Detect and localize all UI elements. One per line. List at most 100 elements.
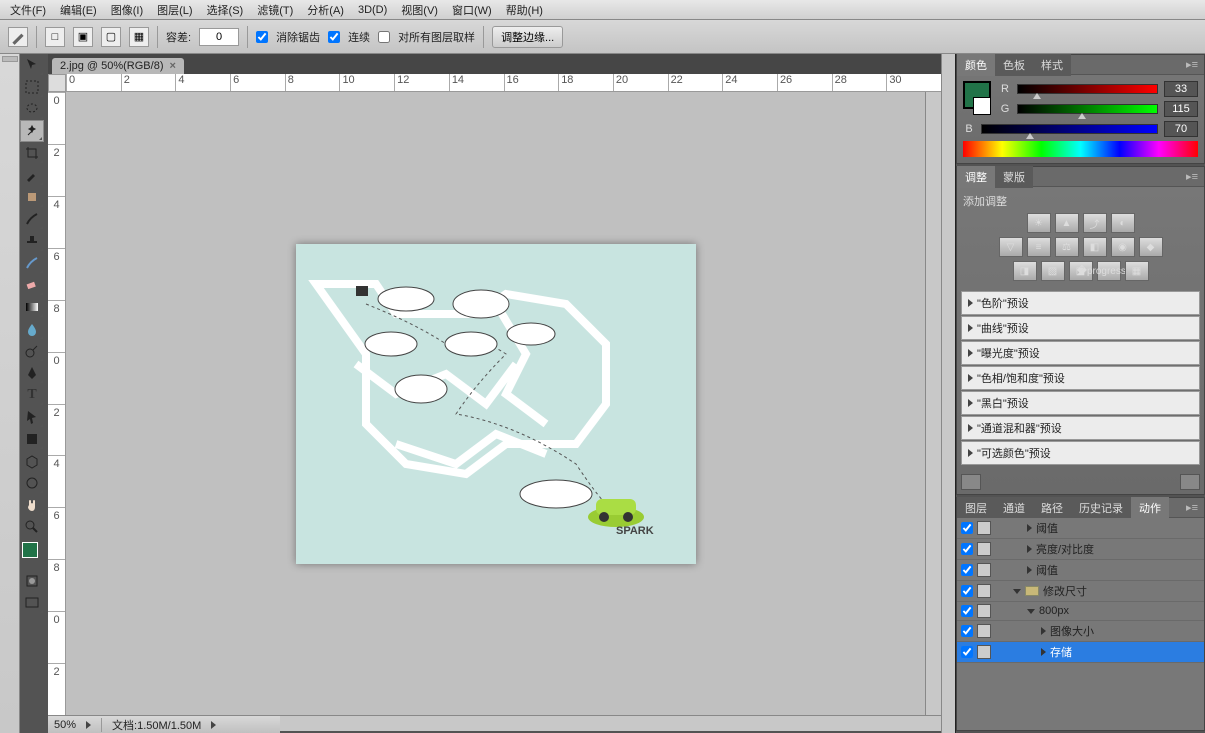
action-toggle[interactable] xyxy=(961,585,973,597)
status-menu-icon[interactable] xyxy=(211,721,216,729)
chevron-icon[interactable] xyxy=(1027,566,1032,574)
blur-tool[interactable] xyxy=(20,318,44,340)
quickmask-toggle[interactable] xyxy=(20,570,44,592)
action-row[interactable]: 亮度/对比度 xyxy=(957,539,1204,560)
action-dialog-toggle[interactable] xyxy=(977,521,991,535)
blue-input[interactable] xyxy=(1164,121,1198,137)
ruler-vertical[interactable]: 024680246802 xyxy=(48,92,66,715)
hand-tool[interactable] xyxy=(20,494,44,516)
green-slider[interactable] xyxy=(1017,104,1158,114)
action-row[interactable]: 存储 xyxy=(957,642,1204,663)
tab-color[interactable]: 颜色 xyxy=(957,54,995,76)
screenmode-toggle[interactable] xyxy=(20,592,44,614)
tab-channels[interactable]: 通道 xyxy=(995,497,1033,519)
chan-mixer-icon[interactable]: ◆ xyxy=(1139,237,1163,257)
zoom-level[interactable]: 50% xyxy=(54,719,76,731)
preset-item[interactable]: "曝光度"预设 xyxy=(961,341,1200,365)
zoom-tool[interactable] xyxy=(20,516,44,538)
menu-item[interactable]: 视图(V) xyxy=(395,0,444,20)
action-row[interactable]: 图像大小 xyxy=(957,621,1204,642)
gradmap-icon[interactable]: �progressbar xyxy=(1097,261,1121,281)
menu-item[interactable]: 分析(A) xyxy=(301,0,350,20)
menu-item[interactable]: 滤镜(T) xyxy=(251,0,299,20)
menu-item[interactable]: 窗口(W) xyxy=(446,0,498,20)
action-dialog-toggle[interactable] xyxy=(977,563,991,577)
add-selection-icon[interactable]: ▣ xyxy=(73,27,93,47)
selcolor-icon[interactable]: ▦ xyxy=(1125,261,1149,281)
preset-item[interactable]: "黑白"预设 xyxy=(961,391,1200,415)
intersect-selection-icon[interactable]: ▦ xyxy=(129,27,149,47)
tolerance-input[interactable] xyxy=(199,28,239,46)
3d-tool[interactable] xyxy=(20,450,44,472)
document-tab[interactable]: 2.jpg @ 50%(RGB/8) × xyxy=(52,58,184,74)
tool-preset-icon[interactable] xyxy=(8,27,28,47)
preset-item[interactable]: "曲线"预设 xyxy=(961,316,1200,340)
levels-icon[interactable]: ▲ xyxy=(1055,213,1079,233)
dodge-tool[interactable] xyxy=(20,340,44,362)
action-dialog-toggle[interactable] xyxy=(977,624,991,638)
action-dialog-toggle[interactable] xyxy=(977,604,991,618)
tab-styles[interactable]: 样式 xyxy=(1033,54,1071,76)
red-input[interactable] xyxy=(1164,81,1198,97)
ruler-horizontal[interactable]: 024681012141618202224262830 xyxy=(66,74,941,92)
refine-edge-button[interactable]: 调整边缘... xyxy=(492,26,563,48)
chevron-icon[interactable] xyxy=(1041,627,1046,635)
chevron-icon[interactable] xyxy=(1041,648,1046,656)
tab-swatches[interactable]: 色板 xyxy=(995,54,1033,76)
subtract-selection-icon[interactable]: ▢ xyxy=(101,27,121,47)
contiguous-checkbox[interactable] xyxy=(328,31,340,43)
canvas-area[interactable]: SPARK xyxy=(66,92,925,715)
history-brush-tool[interactable] xyxy=(20,252,44,274)
magic-wand-tool[interactable] xyxy=(20,120,44,142)
shape-tool[interactable] xyxy=(20,428,44,450)
tab-actions[interactable]: 动作 xyxy=(1131,497,1169,519)
action-row[interactable]: 800px xyxy=(957,602,1204,621)
eraser-tool[interactable] xyxy=(20,274,44,296)
tab-adjustments[interactable]: 调整 xyxy=(957,166,995,188)
action-dialog-toggle[interactable] xyxy=(977,584,991,598)
sample-all-checkbox[interactable] xyxy=(378,31,390,43)
action-toggle[interactable] xyxy=(961,646,973,658)
type-tool[interactable]: T xyxy=(20,384,44,406)
green-input[interactable] xyxy=(1164,101,1198,117)
action-toggle[interactable] xyxy=(961,605,973,617)
menu-item[interactable]: 图层(L) xyxy=(151,0,198,20)
brush-tool[interactable] xyxy=(20,208,44,230)
tab-masks[interactable]: 蒙版 xyxy=(995,166,1033,188)
colorbal-icon[interactable]: ⚖ xyxy=(1055,237,1079,257)
panel-dock-strip[interactable] xyxy=(941,54,955,733)
heal-tool[interactable] xyxy=(20,186,44,208)
posterize-icon[interactable]: ▨ xyxy=(1041,261,1065,281)
pen-tool[interactable] xyxy=(20,362,44,384)
chevron-icon[interactable] xyxy=(1027,609,1035,614)
menu-item[interactable]: 3D(D) xyxy=(352,2,393,18)
preset-item[interactable]: "色阶"预设 xyxy=(961,291,1200,315)
panel-menu-icon[interactable]: ▸≡ xyxy=(1180,170,1204,183)
chevron-icon[interactable] xyxy=(1027,524,1032,532)
photo-filter-icon[interactable]: ◉ xyxy=(1111,237,1135,257)
menu-item[interactable]: 选择(S) xyxy=(201,0,250,20)
invert-icon[interactable]: ◨ xyxy=(1013,261,1037,281)
action-dialog-toggle[interactable] xyxy=(977,645,991,659)
lasso-tool[interactable] xyxy=(20,98,44,120)
exposure-icon[interactable]: ◐ xyxy=(1111,213,1135,233)
path-select-tool[interactable] xyxy=(20,406,44,428)
vibrance-icon[interactable]: ▽ xyxy=(999,237,1023,257)
bw-icon[interactable]: ◧ xyxy=(1083,237,1107,257)
eyedropper-tool[interactable] xyxy=(20,164,44,186)
preset-item[interactable]: "可选颜色"预设 xyxy=(961,441,1200,465)
curves-icon[interactable]: ⤴ xyxy=(1083,213,1107,233)
crop-tool[interactable] xyxy=(20,142,44,164)
action-row[interactable]: 阈值 xyxy=(957,518,1204,539)
vertical-scrollbar[interactable] xyxy=(925,92,941,715)
return-icon[interactable] xyxy=(961,474,981,490)
chevron-icon[interactable] xyxy=(1027,545,1032,553)
stamp-tool[interactable] xyxy=(20,230,44,252)
action-toggle[interactable] xyxy=(961,522,973,534)
tab-history[interactable]: 历史记录 xyxy=(1071,497,1131,519)
action-dialog-toggle[interactable] xyxy=(977,542,991,556)
menu-item[interactable]: 编辑(E) xyxy=(54,0,103,20)
menu-item[interactable]: 文件(F) xyxy=(4,0,52,20)
ruler-origin[interactable] xyxy=(48,74,66,92)
background-swatch[interactable] xyxy=(973,97,991,115)
